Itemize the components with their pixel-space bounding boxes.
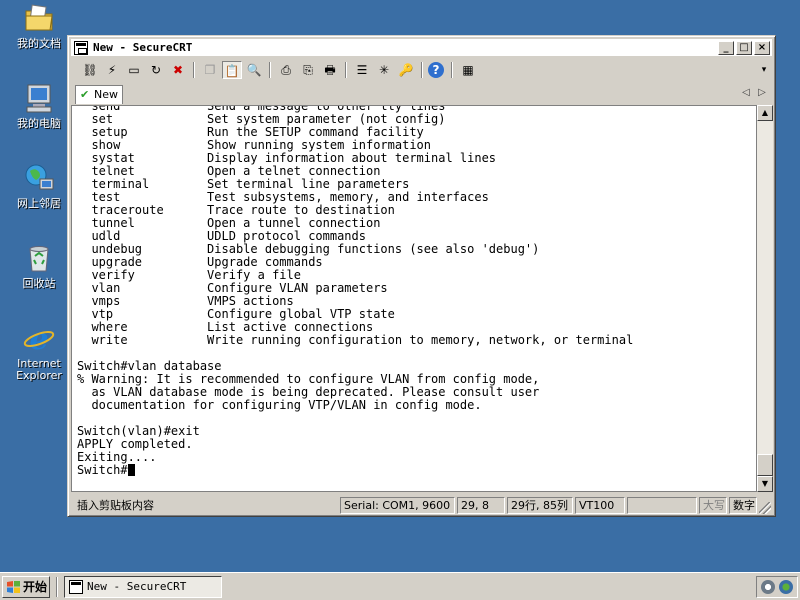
desktop-icon-label: 我的文档 [17, 37, 61, 50]
desktop-icon-recycle-bin[interactable]: 回收站 [8, 242, 70, 290]
securecrt-app-icon[interactable] [74, 41, 88, 55]
desktop-icon-internet-explorer[interactable]: e Internet Explorer [8, 322, 70, 382]
connect-icon[interactable]: ⛓ [80, 61, 100, 79]
print-selection-icon[interactable]: ⎘ [298, 61, 318, 79]
scroll-thumb[interactable] [757, 454, 773, 476]
securecrt-app-icon [69, 580, 83, 594]
session-options-icon[interactable]: ☰ [352, 61, 372, 79]
toolbar-separator [451, 62, 453, 78]
desktop-icon-network-places[interactable]: 网上邻居 [8, 162, 70, 210]
desktop-icon-my-documents[interactable]: 我的文档 [8, 2, 70, 50]
securecrt-window: New - SecureCRT _ □ × ⛓ ⚡ ▭ ↻ ✖ ❐ 📋 🔍 ⎙ … [67, 35, 776, 517]
tab-new[interactable]: ✔ New [75, 85, 123, 104]
terminal-output[interactable]: send Send a message to other tty lines s… [71, 105, 757, 492]
desktop-icon-label: 我的电脑 [17, 117, 61, 130]
connected-check-icon: ✔ [80, 88, 90, 101]
task-label: New - SecureCRT [87, 580, 187, 593]
tab-prev-icon[interactable]: ◁ [740, 87, 752, 98]
help-icon[interactable]: ? [428, 62, 444, 78]
disconnect-icon[interactable]: ✖ [168, 61, 188, 79]
status-cursor-position: 29, 8 [457, 497, 505, 514]
taskbar: 开始 New - SecureCRT [0, 572, 800, 600]
close-button[interactable]: × [754, 41, 770, 55]
scroll-up-button[interactable]: ▲ [757, 105, 773, 121]
status-connection: Serial: COM1, 9600 [340, 497, 455, 514]
status-message: 插入剪贴板内容 [77, 499, 154, 512]
tab-label: New [94, 88, 118, 101]
internet-explorer-icon: e [23, 322, 55, 357]
title-bar[interactable]: New - SecureCRT _ □ × [71, 39, 772, 57]
tray-status-icon[interactable] [779, 580, 793, 594]
start-label: 开始 [23, 580, 48, 594]
start-button[interactable]: 开始 [2, 576, 50, 598]
my-computer-icon [23, 82, 55, 114]
windows-flag-icon [7, 581, 20, 593]
system-tray [756, 576, 798, 598]
minimize-button[interactable]: _ [718, 41, 734, 55]
status-blank [627, 497, 697, 514]
taskbar-button-securecrt[interactable]: New - SecureCRT [64, 576, 222, 598]
my-documents-icon [23, 2, 55, 34]
status-caps: 大写 [699, 497, 727, 514]
scroll-down-button[interactable]: ▼ [757, 476, 773, 492]
toolbar-overflow-icon[interactable]: ▾ [758, 61, 770, 79]
status-bar: 插入剪贴板内容 Serial: COM1, 9600 29, 8 29行, 85… [71, 495, 772, 515]
copy-icon[interactable]: ❐ [200, 61, 220, 79]
keymap-icon[interactable]: 🔑 [396, 61, 416, 79]
reconnect-icon[interactable]: ↻ [146, 61, 166, 79]
desktop-icon-my-computer[interactable]: 我的电脑 [8, 82, 70, 130]
global-options-icon[interactable]: ✳ [374, 61, 394, 79]
network-places-icon [23, 162, 55, 194]
recycle-bin-icon [23, 242, 55, 274]
status-num: 数字 [729, 497, 757, 514]
desktop-icon-label: Internet Explorer [16, 357, 62, 382]
desktop-icon-label: 网上邻居 [17, 197, 61, 210]
toolbar-separator [269, 62, 271, 78]
toolbar: ⛓ ⚡ ▭ ↻ ✖ ❐ 📋 🔍 ⎙ ⎘ 🖶 ☰ ✳ 🔑 ? ▦ ▾ [71, 58, 772, 82]
quick-connect-icon[interactable]: ⚡ [102, 61, 122, 79]
toolbar-separator [345, 62, 347, 78]
find-icon[interactable]: 🔍 [244, 61, 264, 79]
status-rows-cols: 29行, 85列 [507, 497, 573, 514]
print-icon[interactable]: ⎙ [276, 61, 296, 79]
resize-grip[interactable] [759, 502, 771, 514]
print-setup-icon[interactable]: 🖶 [320, 61, 340, 79]
taskbar-separator [56, 577, 58, 597]
toolbar-separator [193, 62, 195, 78]
session-tab-bar: ✔ New ◁ ▷ [71, 84, 772, 104]
sftp-icon[interactable]: ▦ [458, 61, 478, 79]
maximize-button[interactable]: □ [736, 41, 752, 55]
desktop-icon-label: 回收站 [22, 277, 56, 290]
window-title: New - SecureCRT [93, 41, 193, 54]
status-terminal-type: VT100 [575, 497, 625, 514]
connect-tab-icon[interactable]: ▭ [124, 61, 144, 79]
tab-next-icon[interactable]: ▷ [756, 87, 768, 98]
vertical-scrollbar[interactable]: ▲ ▼ [757, 105, 773, 492]
svg-text:e: e [29, 322, 48, 354]
terminal-text: send Send a message to other tty lines s… [77, 105, 634, 477]
terminal-cursor [127, 464, 135, 476]
tray-network-icon[interactable] [761, 580, 775, 594]
paste-icon[interactable]: 📋 [222, 61, 242, 79]
toolbar-separator [421, 62, 423, 78]
